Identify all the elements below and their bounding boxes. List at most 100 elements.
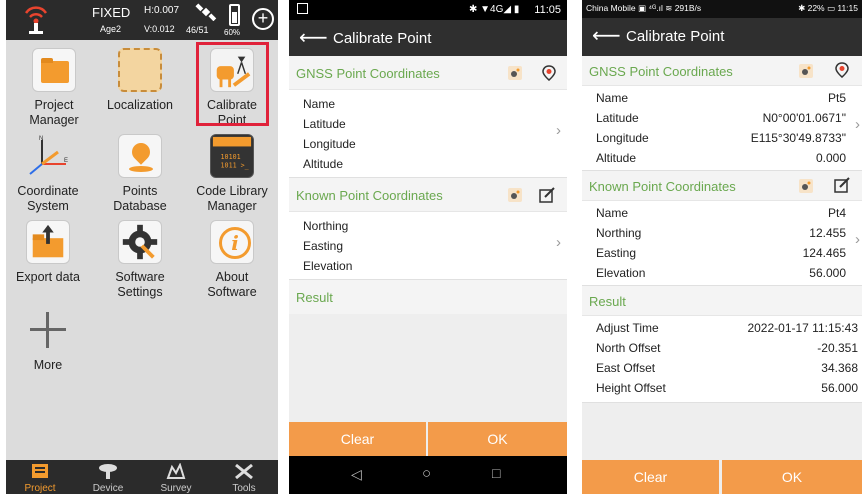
row-label: Longitude [303, 137, 356, 151]
ok-button[interactable]: OK [722, 460, 862, 494]
result-section-header: Result [582, 286, 862, 316]
row-value: 56.000 [821, 381, 858, 395]
gear-icon [118, 220, 162, 264]
action-bar: Clear OK [582, 460, 862, 494]
result-section-header: Result [289, 280, 567, 314]
row-value: -20.351 [817, 341, 858, 355]
known-row-easting: Easting 124.465 [582, 243, 862, 263]
row-label: East Offset [596, 361, 656, 375]
clear-button[interactable]: Clear [289, 422, 426, 456]
edit-icon[interactable] [539, 187, 555, 203]
points-database-tile[interactable]: Points Database [98, 134, 182, 214]
svg-text:10101: 10101 [221, 153, 241, 161]
row-label: North Offset [596, 341, 661, 355]
row-value: Pt4 [827, 206, 846, 220]
gnss-row-altitude: Altitude [289, 154, 567, 174]
nav-tools[interactable]: Tools [210, 460, 278, 494]
known-row-easting: Easting [289, 236, 567, 256]
satellite-select-icon[interactable] [798, 63, 814, 79]
row-value: Pt5 [827, 91, 846, 105]
location-pin-icon[interactable] [834, 62, 850, 78]
location-pin-icon[interactable] [541, 65, 557, 81]
coordinate-system-tile[interactable]: N E Coordinate System [6, 134, 90, 214]
result-row-east-offset: East Offset 34.368 [582, 358, 862, 378]
row-value: 56.000 [809, 266, 846, 280]
nav-label: Survey [160, 483, 192, 494]
highlight-box [196, 42, 269, 126]
system-navigation-bar: ◁ ○ □ [289, 456, 567, 494]
back-arrow-icon[interactable]: ⟵ [299, 28, 328, 48]
android-status-bar: China Mobile ▣ ⁴ᴳ.ıl ≋ 291B/s ✱ 22% ▭ 11… [582, 0, 862, 18]
result-card: Adjust Time 2022-01-17 11:15:43 North Off… [582, 316, 862, 403]
result-row-adjust-time: Adjust Time 2022-01-17 11:15:43 [582, 318, 862, 338]
known-point-card[interactable]: Northing Easting Elevation › [289, 212, 567, 280]
gnss-row-name: Name [289, 94, 567, 114]
row-label: Northing [303, 219, 349, 233]
edit-icon[interactable] [834, 177, 850, 193]
gnss-point-card[interactable]: Name Latitude Longitude Altitude › [289, 90, 567, 178]
row-label: Elevation [596, 266, 646, 280]
gnss-point-card[interactable]: Name Pt5 Latitude N0°00'01.0671" Longitude… [582, 86, 862, 171]
row-value: E115°30'49.8733" [750, 131, 846, 145]
about-software-tile[interactable]: About Software [190, 220, 274, 300]
back-arrow-icon[interactable]: ⟵ [592, 26, 621, 46]
age-value: Age2 [100, 24, 122, 34]
chevron-right-icon: › [855, 231, 860, 248]
nav-label: Tools [232, 483, 256, 494]
export-data-tile[interactable]: Export data [6, 220, 90, 285]
more-tile[interactable]: More [6, 308, 90, 373]
row-label: Easting [303, 239, 344, 253]
code-library-manager-tile[interactable]: 10101 1011 >_ Code Library Manager [188, 134, 276, 214]
battery-percent: 60% [224, 28, 241, 37]
nav-project[interactable]: Project [6, 460, 74, 494]
section-title: Known Point Coordinates [589, 179, 736, 194]
row-value: 34.368 [821, 361, 858, 375]
nav-survey[interactable]: Survey [142, 460, 210, 494]
chevron-right-icon: › [556, 234, 561, 251]
project-manager-tile[interactable]: Project Manager [12, 48, 96, 128]
gnss-status-bar[interactable]: FIXED Age2 H:0.007 V:0.012 46/51 60% + [6, 0, 278, 40]
home-circle-icon[interactable]: ○ [422, 465, 431, 482]
nav-device[interactable]: Device [74, 460, 142, 494]
localization-tile[interactable]: Localization [98, 48, 182, 113]
row-label: Name [596, 206, 629, 220]
row-value: 124.465 [802, 246, 846, 260]
back-triangle-icon[interactable]: ◁ [351, 466, 362, 483]
clear-button[interactable]: Clear [582, 460, 719, 494]
recents-square-icon[interactable]: □ [492, 465, 500, 481]
status-left: China Mobile ▣ ⁴ᴳ.ıl ≋ 291B/s [586, 3, 702, 13]
result-row-height-offset: Height Offset 56.000 [582, 378, 862, 398]
ok-button[interactable]: OK [428, 422, 567, 456]
row-value: 12.455 [809, 226, 846, 240]
software-settings-tile[interactable]: Software Settings [98, 220, 182, 300]
section-title: Known Point Coordinates [296, 188, 443, 203]
svg-text:1011 >_: 1011 >_ [221, 161, 250, 169]
tile-label: Code Library Manager [196, 184, 268, 213]
app-header: ⟵ Calibrate Point [582, 18, 862, 56]
device-icon [99, 464, 117, 479]
gnss-row-name: Name Pt5 [582, 88, 862, 108]
row-label: Longitude [596, 131, 649, 145]
svg-text:E: E [64, 158, 68, 164]
satellite-select-icon[interactable] [507, 187, 523, 203]
tile-label: Export data [16, 270, 80, 284]
gnss-row-latitude: Latitude N0°00'01.0671" [582, 108, 862, 128]
satellite-select-icon[interactable] [798, 178, 814, 194]
tools-icon [235, 463, 253, 480]
tile-label: Software Settings [115, 270, 165, 299]
gnss-section-header: GNSS Point Coordinates [582, 56, 862, 86]
row-label: Name [596, 91, 629, 105]
gnss-row-longitude: Longitude [289, 134, 567, 154]
signal-icon [24, 6, 48, 34]
map-pin-icon [118, 134, 162, 178]
add-circle-icon[interactable]: + [252, 8, 274, 30]
satellite-select-icon[interactable] [507, 65, 523, 81]
known-point-card[interactable]: Name Pt4 Northing 12.455 Easting 124.465 El… [582, 201, 862, 286]
known-section-header: Known Point Coordinates [289, 178, 567, 212]
calibrate-point-empty-screen: ✱ ▼4G◢ ▮ 11:05 ⟵ Calibrate Point GNSS Po… [289, 0, 567, 494]
section-title: Result [589, 294, 626, 309]
known-row-northing: Northing 12.455 [582, 223, 862, 243]
known-row-northing: Northing [289, 216, 567, 236]
known-row-name: Name Pt4 [582, 203, 862, 223]
status-icons: ✱ ▼4G◢ ▮ [469, 4, 520, 15]
